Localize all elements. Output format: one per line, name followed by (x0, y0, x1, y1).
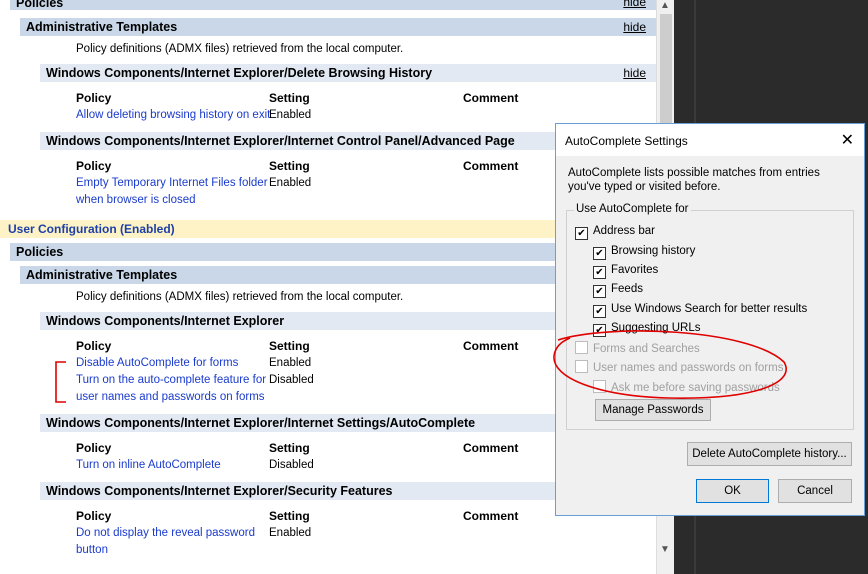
col-comment: Comment (463, 339, 519, 353)
section-title: Windows Components/Internet Explorer/Int… (46, 416, 476, 430)
col-setting: Setting (269, 509, 310, 523)
scroll-down-icon[interactable]: ▼ (660, 544, 670, 555)
checkbox-favorites[interactable]: ✔ Favorites (593, 263, 659, 279)
close-icon[interactable]: ✕ (841, 130, 854, 150)
col-policy: Policy (76, 441, 112, 455)
checkbox-box[interactable]: ✔ (575, 227, 588, 240)
ok-button[interactable]: OK (696, 479, 769, 503)
red-ellipse-annotation (553, 330, 787, 399)
col-policy: Policy (76, 159, 112, 173)
checkbox-address-bar[interactable]: ✔ Address bar (575, 224, 656, 240)
checkbox-label: Browsing history (611, 245, 696, 257)
hide-link-admin-1[interactable]: hide (623, 18, 646, 36)
policy-link[interactable]: Do not display the reveal password (76, 525, 255, 542)
checkbox-box[interactable]: ✔ (593, 247, 606, 260)
policies-header-top: Policies hide (10, 0, 656, 10)
admx-desc-2: Policy definitions (ADMX files) retrieve… (76, 291, 404, 303)
autocomplete-settings-dialog: AutoComplete Settings ✕ AutoComplete lis… (555, 123, 865, 516)
col-comment: Comment (463, 91, 519, 105)
checkbox-windows-search[interactable]: ✔ Use Windows Search for better results (593, 302, 808, 318)
checkbox-feeds[interactable]: ✔ Feeds (593, 282, 643, 298)
col-comment: Comment (463, 509, 519, 523)
col-comment: Comment (463, 441, 519, 455)
setting-value: Disabled (269, 459, 314, 471)
policy-link[interactable]: Disable AutoComplete for forms (76, 355, 238, 372)
scroll-up-icon[interactable]: ▲ (660, 0, 670, 11)
hide-link-top[interactable]: hide (623, 0, 646, 11)
section-title: Windows Components/Internet Explorer (46, 314, 285, 328)
cancel-button[interactable]: Cancel (778, 479, 852, 503)
col-comment: Comment (463, 159, 519, 173)
dialog-titlebar: AutoComplete Settings ✕ (556, 124, 864, 156)
red-bracket-annotation (55, 361, 66, 403)
delete-history-button[interactable]: Delete AutoComplete history... (687, 442, 852, 466)
group-label: Use AutoComplete for (574, 203, 691, 215)
section-title: Windows Components/Internet Explorer/Int… (46, 134, 515, 148)
col-policy: Policy (76, 339, 112, 353)
col-setting: Setting (269, 91, 310, 105)
admin-templates-label-1: Administrative Templates (26, 20, 178, 34)
checkbox-label: Use Windows Search for better results (611, 303, 808, 315)
policy-link[interactable]: Empty Temporary Internet Files folder (76, 175, 268, 192)
dialog-description: AutoComplete lists possible matches from… (568, 167, 820, 193)
checkbox-box[interactable]: ✔ (593, 305, 606, 318)
col-setting: Setting (269, 441, 310, 455)
policy-link-cont[interactable]: button (76, 542, 108, 559)
col-policy: Policy (76, 91, 112, 105)
dialog-title: AutoComplete Settings (565, 134, 688, 148)
policies-header-top-label: Policies (16, 0, 64, 10)
section-title: Windows Components/Internet Explorer/Del… (46, 66, 433, 80)
admin-templates-label-2: Administrative Templates (26, 268, 178, 282)
section-header-delete-history: Windows Components/Internet Explorer/Del… (40, 64, 656, 82)
setting-value: Enabled (269, 357, 312, 369)
policy-link-cont[interactable]: user names and passwords on forms (76, 389, 265, 406)
policy-link[interactable]: Allow deleting browsing history on exit (76, 107, 270, 124)
admin-templates-header-1: Administrative Templates hide (20, 18, 656, 36)
setting-value: Enabled (269, 177, 312, 189)
checkbox-label: Favorites (611, 264, 659, 276)
policy-link[interactable]: Turn on inline AutoComplete (76, 457, 221, 474)
checkbox-label: Feeds (611, 283, 643, 295)
section-title: Windows Components/Internet Explorer/Sec… (46, 484, 393, 498)
hide-link-delete-history[interactable]: hide (623, 64, 646, 82)
col-policy: Policy (76, 509, 112, 523)
checkbox-browsing-history[interactable]: ✔ Browsing history (593, 244, 696, 260)
policy-link[interactable]: Turn on the auto-complete feature for (76, 372, 266, 389)
policies-label: Policies (16, 245, 64, 259)
checkbox-box[interactable]: ✔ (593, 285, 606, 298)
col-setting: Setting (269, 159, 310, 173)
admx-desc-1: Policy definitions (ADMX files) retrieve… (76, 43, 404, 55)
col-setting: Setting (269, 339, 310, 353)
checkbox-box[interactable]: ✔ (593, 266, 606, 279)
setting-value: Enabled (269, 109, 312, 121)
checkbox-label: Address bar (593, 225, 656, 237)
policy-link-cont[interactable]: when browser is closed (76, 192, 196, 209)
setting-value: Disabled (269, 374, 314, 386)
setting-value: Enabled (269, 527, 312, 539)
